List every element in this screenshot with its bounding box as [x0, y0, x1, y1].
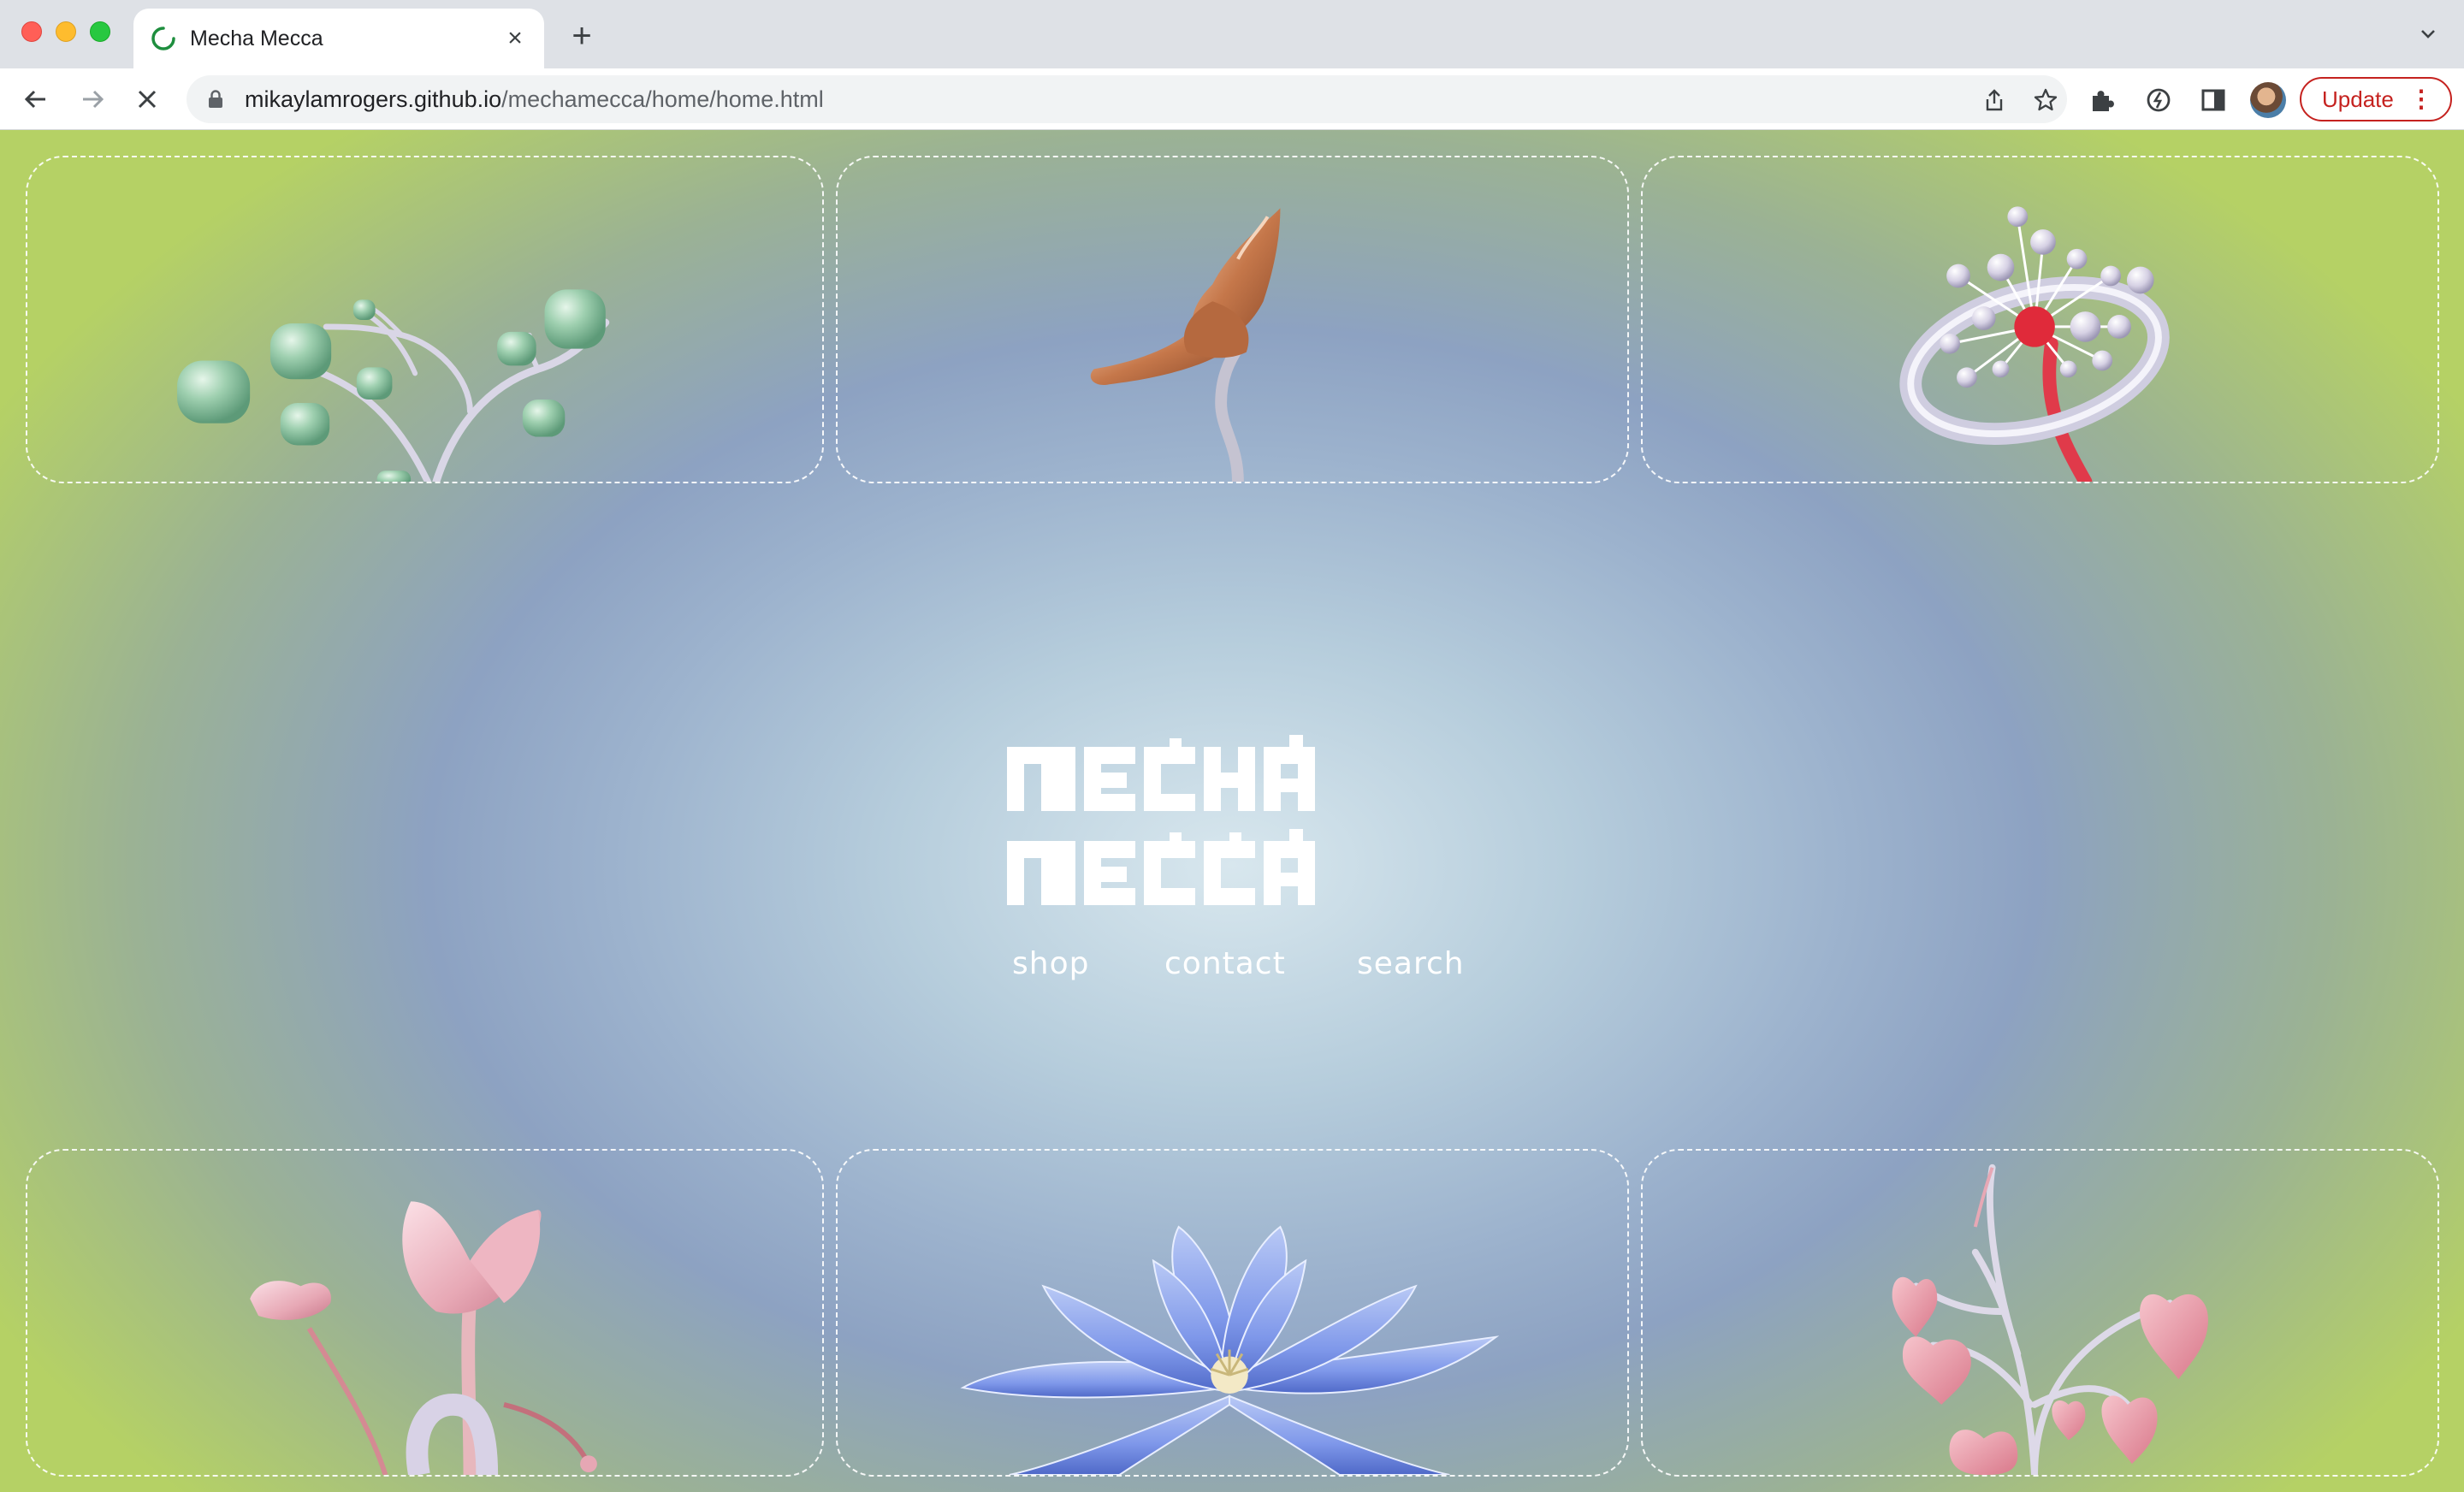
product-card-blue-lotus[interactable]: [836, 1149, 1629, 1477]
back-button[interactable]: [19, 82, 53, 116]
side-panel-icon[interactable]: [2199, 86, 2228, 115]
window-close-button[interactable]: [21, 21, 42, 42]
window-zoom-button[interactable]: [90, 21, 110, 42]
heart-leaf-plant-image: [1892, 1163, 2208, 1475]
pink-tulips-image: [250, 1201, 597, 1475]
update-button-label: Update: [2322, 86, 2394, 112]
update-button[interactable]: Update ⋮: [2300, 77, 2452, 121]
tab-search-chevron-icon[interactable]: [2418, 24, 2438, 44]
page-content: MECHA MECCA shop contact search: [0, 130, 2464, 1492]
blue-lotus-image: [960, 1225, 1500, 1475]
nav-link-shop[interactable]: shop: [1012, 946, 1089, 981]
product-card-pink-tulips[interactable]: [26, 1149, 824, 1477]
bookmark-star-icon[interactable]: [2033, 87, 2058, 113]
product-card-copper-flower[interactable]: [836, 156, 1629, 483]
green-bubble-branch-image: [177, 289, 610, 482]
forward-arrow-icon: [83, 90, 104, 109]
extensions-puzzle-icon[interactable]: [2088, 86, 2117, 115]
browser-menu-icon[interactable]: ⋮: [2409, 87, 2433, 111]
dandelion-ring-image: [1899, 206, 2170, 482]
new-tab-button[interactable]: +: [565, 19, 599, 53]
copper-flower-image: [1090, 208, 1281, 482]
browser-toolbar: mikaylamrogers.github.io/mechamecca/home…: [0, 68, 2464, 130]
forward-button[interactable]: [75, 82, 110, 116]
back-arrow-icon: [24, 90, 45, 109]
mecha-mecca-logo[interactable]: MECHA MECCA: [1001, 613, 1463, 956]
profile-avatar[interactable]: [2250, 82, 2286, 118]
nav-link-search[interactable]: search: [1357, 946, 1465, 981]
browser-titlebar: Mecha Mecca × +: [0, 0, 2464, 68]
address-bar[interactable]: mikaylamrogers.github.io/mechamecca/home…: [187, 75, 2067, 123]
share-icon[interactable]: [1981, 87, 2007, 113]
loading-spinner-icon: [151, 27, 175, 50]
url-host: mikaylamrogers.github.io: [245, 86, 502, 112]
stop-loading-button[interactable]: [130, 82, 164, 116]
performance-icon[interactable]: [2144, 86, 2173, 115]
product-card-green-branch[interactable]: [26, 156, 824, 483]
tab-close-button[interactable]: ×: [503, 26, 527, 51]
url-text[interactable]: mikaylamrogers.github.io/mechamecca/home…: [245, 86, 824, 113]
product-card-heart-leaves[interactable]: [1641, 1149, 2439, 1477]
url-path: /mechamecca/home/home.html: [501, 86, 824, 112]
browser-tab-active[interactable]: Mecha Mecca ×: [133, 9, 544, 68]
tab-title: Mecha Mecca: [190, 26, 323, 50]
nav-link-contact[interactable]: contact: [1164, 946, 1286, 981]
product-card-dandelion-ring[interactable]: [1641, 156, 2439, 483]
stop-x-icon: [138, 90, 157, 109]
window-minimize-button[interactable]: [56, 21, 76, 42]
lock-icon[interactable]: [205, 89, 226, 110]
pixel-wordmark-image: [1007, 735, 1315, 905]
